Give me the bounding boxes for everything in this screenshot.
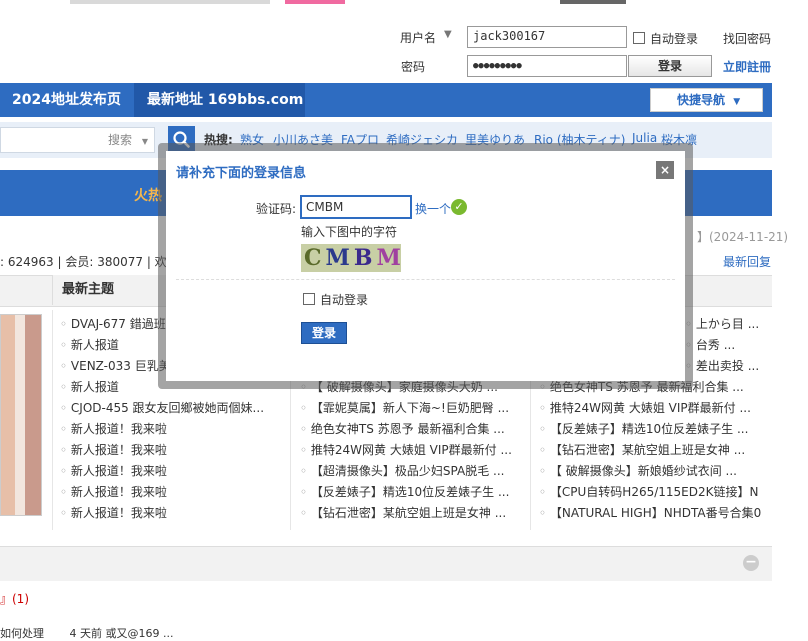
list-item[interactable]: 新人报道！我来啦 <box>60 461 285 482</box>
captcha-char: M <box>325 245 354 271</box>
auto-login-label[interactable]: 自动登录 <box>650 30 698 47</box>
list-item[interactable]: CJOD-455 跟女友回鄉被她両個妹... <box>60 398 285 419</box>
password-label: 密码 <box>401 60 426 74</box>
section-item[interactable]: 』(1) <box>0 590 29 607</box>
search-type-label: 搜索 <box>108 133 133 147</box>
dialog-divider <box>176 279 675 280</box>
captcha-char: C <box>304 245 326 271</box>
list-item[interactable]: 【钻石泄密】某航空姐上班是女神 ... <box>539 440 765 461</box>
topic-list-3: 绝色女神TS 苏恩予 最新福利合集 ... 推特24W网黄 大婊姐 VIP群最新… <box>539 377 765 524</box>
dialog-login-button[interactable]: 登录 <box>301 322 347 344</box>
list-item[interactable]: 推特24W网黄 大婊姐 VIP群最新付 ... <box>300 440 520 461</box>
username-input[interactable]: jack300167 <box>467 26 627 48</box>
latest-reply-link[interactable]: 最新回复 <box>723 253 771 270</box>
section-header-bar <box>0 546 772 581</box>
caret-down-icon: ▼ <box>733 97 741 107</box>
list-item[interactable]: 【 破解摄像头】新娘婚纱试衣间 ... <box>539 461 765 482</box>
close-icon[interactable]: × <box>656 161 674 179</box>
list-item[interactable]: 【反差婊子】精选10位反差婊子生 ... <box>539 419 765 440</box>
chevron-down-icon: ▼ <box>141 137 148 146</box>
dialog-auto-login-checkbox[interactable] <box>303 293 315 305</box>
captcha-hint: 输入下图中的字符 <box>301 225 398 239</box>
list-item[interactable]: 绝色女神TS 苏恩予 最新福利合集 ... <box>300 419 520 440</box>
topic-list-2: 【 破解摄像头】家庭摄像头大奶 ... 【霏妮莫属】新人下海~!巨奶肥臀 ...… <box>300 377 520 524</box>
password-input[interactable]: ●●●●●●●●● <box>467 55 627 77</box>
chevron-down-icon[interactable]: ▼ <box>444 29 452 40</box>
captcha-input[interactable]: CMBM <box>300 195 412 219</box>
topic-list-3-top: 上から目 ... 台秀 ... 差出卖投 ... <box>685 314 765 377</box>
search-type-select[interactable]: 搜索 ▼ <box>108 127 156 153</box>
list-item[interactable]: 推特24W网黄 大婊姐 VIP群最新付 ... <box>539 398 765 419</box>
dialog-title: 请补充下面的登录信息 <box>176 166 307 181</box>
captcha-label: 验证码: <box>256 202 297 216</box>
collapse-icon[interactable]: − <box>743 555 759 571</box>
list-item[interactable]: 差出卖投 ... <box>685 356 765 377</box>
top-ad-strip <box>0 0 808 4</box>
dialog-auto-login-label[interactable]: 自动登录 <box>320 291 368 308</box>
list-item[interactable]: 上から目 ... <box>685 314 765 335</box>
column-divider <box>52 310 53 530</box>
username-label: 用户名 <box>400 31 437 45</box>
refresh-captcha-link[interactable]: 换一个 <box>415 200 451 217</box>
list-item[interactable]: 新人报道！我来啦 <box>60 440 285 461</box>
list-item[interactable]: 新人报道！我来啦 <box>60 419 285 440</box>
list-item[interactable]: 【霏妮莫属】新人下海~!巨奶肥臀 ... <box>300 398 520 419</box>
auto-login-checkbox[interactable] <box>633 32 645 44</box>
check-icon: ✓ <box>451 199 467 215</box>
captcha-char: M <box>376 245 401 271</box>
quick-nav-button[interactable]: 快捷导航 ▼ <box>650 88 763 112</box>
list-item[interactable]: 新人报道！我来啦 <box>60 482 285 503</box>
section-line: 如何处理 4 天前 或又@169 ... <box>0 627 174 640</box>
post-date: 】(2024-11-21) <box>697 230 789 244</box>
list-item[interactable]: 【反差婊子】精选10位反差婊子生 ... <box>300 482 520 503</box>
list-item[interactable]: 台秀 ... <box>685 335 765 356</box>
captcha-char: B <box>353 245 377 271</box>
list-item[interactable]: 【CPU自转码H265/115ED2K链接】N <box>539 482 765 503</box>
login-info-dialog <box>166 151 685 381</box>
thumbnail-image[interactable] <box>0 314 42 516</box>
forum-stats: : 624963 | 会员: 380077 | 欢 <box>0 255 167 269</box>
list-item[interactable]: 【钻石泄密】某航空姐上班是女神 ... <box>300 503 520 524</box>
nav-item-address-page[interactable]: 2024地址发布页 <box>0 83 128 117</box>
quick-nav-label: 快捷导航 <box>677 93 726 107</box>
nav-item-latest-address[interactable]: 最新地址 169bbs.com <box>134 83 305 117</box>
captcha-image[interactable]: CMBM <box>301 244 401 272</box>
find-password-link[interactable]: 找回密码 <box>723 30 771 47</box>
register-link[interactable]: 立即註冊 <box>723 58 771 75</box>
list-item[interactable]: 新人报道！我来啦 <box>60 503 285 524</box>
login-button[interactable]: 登录 <box>628 55 712 77</box>
list-item[interactable]: 【NATURAL HIGH】NHDTA番号合集0 <box>539 503 765 524</box>
list-item[interactable]: 【超清摄像头】极品少妇SPA脱毛 ... <box>300 461 520 482</box>
